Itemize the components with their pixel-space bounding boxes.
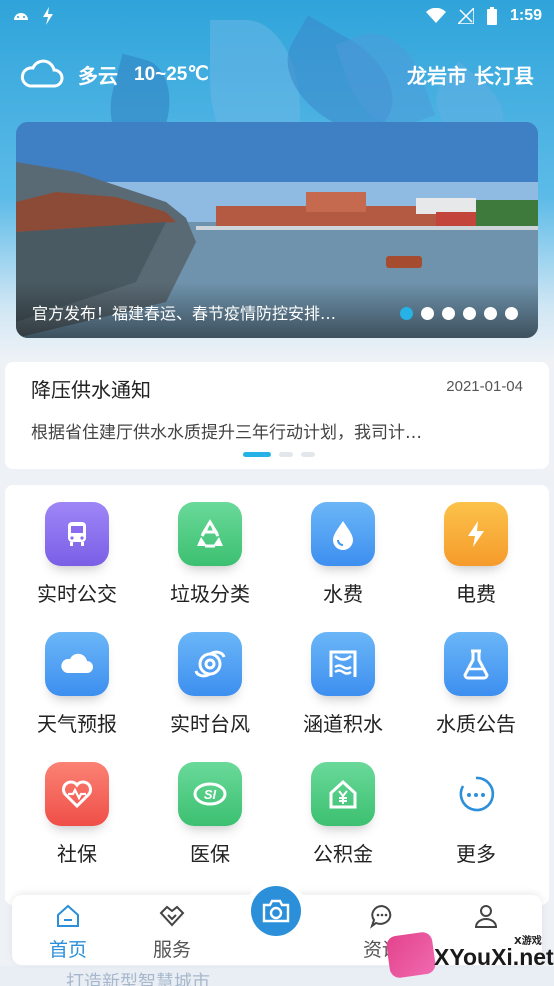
- wifi-icon: [425, 8, 446, 23]
- nav-service-label: 服务: [152, 939, 191, 961]
- banner-dot[interactable]: [421, 307, 434, 320]
- service-water-fee[interactable]: 水费: [283, 502, 403, 607]
- nav-profile[interactable]: [446, 903, 526, 933]
- nav-home[interactable]: 首页: [28, 903, 108, 962]
- camera-icon: [251, 886, 301, 936]
- banner-dot[interactable]: [505, 307, 518, 320]
- service-label: 涵道积水: [303, 712, 383, 736]
- notice-dot: [243, 452, 271, 457]
- typhoon-icon: [178, 632, 242, 696]
- notice-body: 根据省住建厅供水水质提升三年行动计划，我司计…: [31, 423, 422, 443]
- service-label: 垃圾分类: [170, 582, 250, 606]
- battery-icon: [486, 7, 497, 25]
- watermark-logo: X游戏 XYouXi.net: [385, 930, 554, 980]
- flood-icon: [311, 632, 375, 696]
- service-more[interactable]: 更多: [416, 762, 536, 867]
- service-electricity-fee[interactable]: 电费: [416, 502, 536, 607]
- weather-condition: 多云: [78, 63, 118, 88]
- service-social-security[interactable]: 社保: [17, 762, 137, 867]
- lightning-icon: [444, 502, 508, 566]
- svg-text:SI: SI: [204, 787, 217, 802]
- heart-icon: [45, 762, 109, 826]
- notice-title: 降压供水通知: [31, 378, 151, 402]
- service-medical-insurance[interactable]: SI 医保: [150, 762, 270, 867]
- service-label: 实时公交: [37, 582, 117, 606]
- bus-icon: [45, 502, 109, 566]
- weather-widget[interactable]: 多云 10~25℃: [20, 58, 209, 90]
- banner-dot[interactable]: [463, 307, 476, 320]
- banner-dot[interactable]: [400, 307, 413, 320]
- watermark-text: XYouXi.net: [434, 944, 554, 970]
- notice-card[interactable]: 降压供水通知 2021-01-04 根据省住建厅供水水质提升三年行动计划，我司计…: [5, 362, 549, 469]
- housing-fund-icon: [311, 762, 375, 826]
- recycle-icon: [178, 502, 242, 566]
- footer-slogan: 打造新型智慧城市: [66, 972, 210, 986]
- notice-date: 2021-01-04: [446, 378, 523, 395]
- android-icon: [14, 13, 28, 20]
- user-icon: [474, 905, 498, 928]
- chat-icon: [370, 904, 392, 929]
- status-bar: 1:59: [0, 0, 554, 32]
- banner-dot[interactable]: [442, 307, 455, 320]
- notice-dot: [301, 452, 315, 457]
- nav-service[interactable]: 服务: [132, 903, 212, 962]
- services-grid: 实时公交 垃圾分类 水费 电费 天气预报 实时台风 涵道积水 水质公告 社保 S…: [5, 485, 549, 905]
- flask-icon: [444, 632, 508, 696]
- service-water-quality[interactable]: 水质公告: [416, 632, 536, 737]
- service-housing-fund[interactable]: 公积金: [283, 762, 403, 867]
- service-label: 电费: [456, 582, 496, 606]
- cloud-icon: [20, 59, 64, 88]
- status-time: 1:59: [509, 7, 542, 24]
- weather-temperature: 10~25℃: [134, 63, 209, 85]
- gamepad-icon: [385, 931, 437, 979]
- nav-home-label: 首页: [48, 939, 87, 961]
- service-label: 医保: [190, 842, 230, 866]
- service-label: 水质公告: [436, 712, 516, 736]
- service-garbage-sorting[interactable]: 垃圾分类: [150, 502, 270, 607]
- banner-pagination: [400, 307, 518, 320]
- banner-title: 官方发布！福建春运、春节疫情防控安排…: [32, 304, 337, 323]
- service-label: 更多: [456, 842, 496, 866]
- cloud-icon: [45, 632, 109, 696]
- notice-pagination: [243, 452, 315, 457]
- service-label: 公积金: [313, 842, 373, 866]
- charging-icon: [43, 7, 53, 25]
- service-realtime-bus[interactable]: 实时公交: [17, 502, 137, 607]
- service-label: 天气预报: [37, 712, 117, 736]
- water-drop-icon: [311, 502, 375, 566]
- camera-button[interactable]: [245, 880, 307, 942]
- no-signal-icon: [457, 8, 474, 24]
- notice-dot: [279, 452, 293, 457]
- banner-carousel[interactable]: 官方发布！福建春运、春节疫情防控安排…: [16, 122, 538, 338]
- banner-dot[interactable]: [484, 307, 497, 320]
- handshake-icon: [159, 905, 185, 927]
- service-culvert-waterlogging[interactable]: 涵道积水: [283, 632, 403, 737]
- location-selector[interactable]: 龙岩市 长汀县: [407, 60, 534, 89]
- more-icon: [444, 762, 508, 826]
- service-label: 社保: [57, 842, 97, 866]
- home-icon: [57, 904, 79, 927]
- service-realtime-typhoon[interactable]: 实时台风: [150, 632, 270, 737]
- service-label: 实时台风: [170, 712, 250, 736]
- service-label: 水费: [323, 582, 363, 606]
- service-weather-forecast[interactable]: 天气预报: [17, 632, 137, 737]
- medical-insurance-icon: SI: [178, 762, 242, 826]
